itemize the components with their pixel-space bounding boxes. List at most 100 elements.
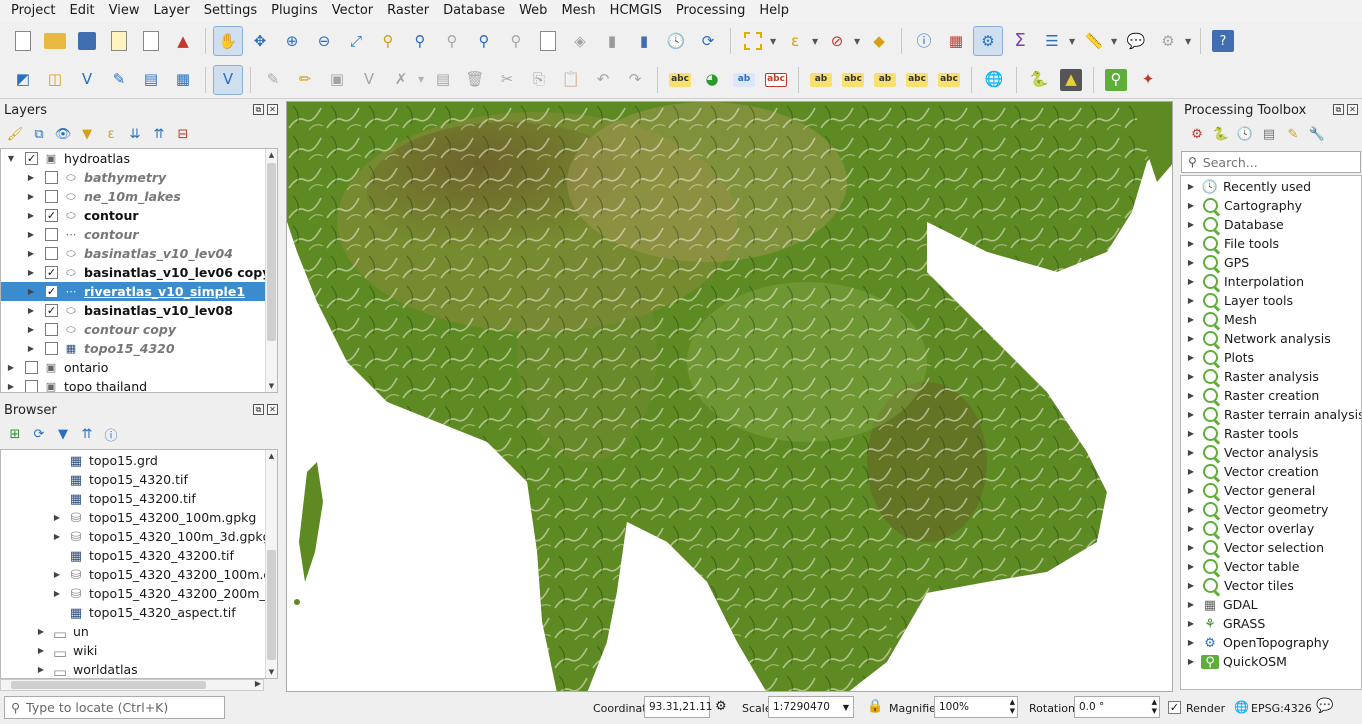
processing-item[interactable]: ▶ Vector tiles bbox=[1181, 576, 1361, 595]
float-panel-button[interactable]: ⧉ bbox=[1333, 104, 1344, 115]
info-icon[interactable]: ⓘ bbox=[102, 425, 120, 444]
menu-item-mesh[interactable]: Mesh bbox=[554, 0, 602, 22]
processing-item[interactable]: ▶ Vector analysis bbox=[1181, 443, 1361, 462]
processing-item[interactable]: ▶ Raster tools bbox=[1181, 424, 1361, 443]
zoom-full-button[interactable]: ⤢ bbox=[341, 26, 371, 56]
processing-item[interactable]: ▶ Plots bbox=[1181, 348, 1361, 367]
dropdown-arrow-icon[interactable]: ▼ bbox=[418, 75, 426, 84]
chevron-right-icon[interactable]: ▶ bbox=[51, 532, 63, 541]
plugin-settings-button[interactable]: ⚙ bbox=[1153, 26, 1183, 56]
layer-checkbox[interactable] bbox=[25, 361, 38, 374]
browser-item[interactable]: ▦ topo15_4320.tif bbox=[1, 470, 265, 489]
chevron-right-icon[interactable]: ▶ bbox=[1185, 182, 1197, 191]
close-panel-button[interactable]: ✕ bbox=[1347, 104, 1358, 115]
python-console-button[interactable]: 🐍 bbox=[1024, 65, 1054, 95]
toggle-editing-button[interactable]: ✏ bbox=[290, 65, 320, 95]
globe-plugin-button[interactable]: 🌐 bbox=[979, 65, 1009, 95]
layer-checkbox[interactable]: ✓ bbox=[25, 152, 38, 165]
zoom-native-button[interactable]: ⚲ bbox=[437, 26, 467, 56]
processing-item[interactable]: ▶ File tools bbox=[1181, 234, 1361, 253]
browser-item[interactable]: ▦ topo15.grd bbox=[1, 451, 265, 470]
chevron-right-icon[interactable]: ▶ bbox=[1185, 239, 1197, 248]
layer-row[interactable]: ▶ ⬭ basinatlas_v10_lev04 bbox=[1, 244, 265, 263]
copy-features-button[interactable]: ⎘ bbox=[524, 65, 554, 95]
layer-checkbox[interactable] bbox=[45, 342, 58, 355]
browser-item[interactable]: ▶ ⛁ topo15_4320_43200_100m.gpk bbox=[1, 565, 277, 584]
processing-item[interactable]: ▶ Vector overlay bbox=[1181, 519, 1361, 538]
chevron-right-icon[interactable]: ▶ bbox=[1185, 391, 1197, 400]
remove-layer-icon[interactable]: ⊟ bbox=[174, 125, 192, 143]
models-icon[interactable]: ⚙ bbox=[1188, 125, 1206, 143]
menu-item-raster[interactable]: Raster bbox=[380, 0, 436, 22]
processing-search-input[interactable] bbox=[1202, 154, 1343, 170]
results-icon[interactable]: ▤ bbox=[1260, 125, 1278, 143]
chevron-right-icon[interactable]: ▶ bbox=[1185, 600, 1197, 609]
filter-icon[interactable]: ▼ bbox=[54, 425, 72, 443]
browser-item[interactable]: ▦ topo15_4320_aspect.tif bbox=[1, 603, 265, 622]
dropdown-arrow-icon[interactable]: ▼ bbox=[770, 37, 778, 46]
browser-item[interactable]: ▶ ▭ worldatlas bbox=[1, 660, 265, 678]
browser-scrollbar[interactable]: ▲ ▼ bbox=[265, 450, 277, 678]
processing-item[interactable]: ▶ Interpolation bbox=[1181, 272, 1361, 291]
menu-item-settings[interactable]: Settings bbox=[197, 0, 264, 22]
pan-map-button[interactable]: ✋ bbox=[213, 26, 243, 56]
vertex-tool-button[interactable]: ✗ bbox=[386, 65, 416, 95]
layer-checkbox[interactable]: ✓ bbox=[45, 266, 58, 279]
collapse-all-icon[interactable]: ⇈ bbox=[78, 425, 96, 443]
processing-item[interactable]: ▶ Raster terrain analysis bbox=[1181, 405, 1361, 424]
chevron-right-icon[interactable]: ▶ bbox=[51, 513, 63, 522]
processing-item[interactable]: ▶ Layer tools bbox=[1181, 291, 1361, 310]
processing-toolbox-button[interactable]: ⚙ bbox=[973, 26, 1003, 56]
browser-item[interactable]: ▶ ▭ un bbox=[1, 622, 265, 643]
magnifier-field[interactable]: 100% ▲ ▼ bbox=[934, 696, 1018, 718]
float-panel-button[interactable]: ⧉ bbox=[253, 404, 264, 415]
edit-features-icon[interactable]: ✎ bbox=[1284, 125, 1302, 143]
chevron-right-icon[interactable]: ▶ bbox=[51, 570, 63, 579]
gps-plugin-button[interactable]: ▲ bbox=[1056, 65, 1086, 95]
zoom-next-button[interactable]: ⚲ bbox=[501, 26, 531, 56]
open-project-button[interactable] bbox=[40, 26, 70, 56]
bookmark-button[interactable]: ▮ bbox=[597, 26, 627, 56]
processing-item[interactable]: ▶ Vector general bbox=[1181, 481, 1361, 500]
label-toolbar-button[interactable]: abc bbox=[665, 65, 695, 95]
layer-checkbox[interactable] bbox=[45, 323, 58, 336]
save-edits-button[interactable]: ▣ bbox=[322, 65, 352, 95]
layer-row[interactable]: ▶ ▦ topo15_4320 bbox=[1, 339, 265, 358]
locator-bar[interactable]: ⚲ Type to locate (Ctrl+K) bbox=[4, 696, 225, 719]
processing-item[interactable]: ▶ Vector selection bbox=[1181, 538, 1361, 557]
current-edits-button[interactable]: ✎ bbox=[258, 65, 288, 95]
processing-item[interactable]: ▶ ▦ GDAL bbox=[1181, 595, 1361, 614]
chevron-right-icon[interactable]: ▶ bbox=[25, 287, 37, 296]
refresh-icon[interactable]: ⟳ bbox=[30, 425, 48, 443]
deselect-button[interactable]: ⊘ bbox=[822, 26, 852, 56]
chevron-right-icon[interactable]: ▶ bbox=[1185, 448, 1197, 457]
layer-checkbox[interactable] bbox=[45, 228, 58, 241]
chevron-right-icon[interactable]: ▶ bbox=[1185, 524, 1197, 533]
scroll-down-icon[interactable]: ▼ bbox=[266, 666, 277, 678]
open-table-button[interactable]: ☰ bbox=[1037, 26, 1067, 56]
close-panel-button[interactable]: ✕ bbox=[267, 404, 278, 415]
temporal-controller-button[interactable]: 🕓 bbox=[661, 26, 691, 56]
python-icon[interactable]: 🐍 bbox=[1212, 125, 1230, 143]
layer-checkbox[interactable] bbox=[45, 190, 58, 203]
map-tips-button[interactable]: 💬 bbox=[1121, 26, 1151, 56]
layer-checkbox[interactable] bbox=[25, 380, 38, 392]
expand-all-icon[interactable]: ⇊ bbox=[126, 125, 144, 143]
help-button[interactable]: ? bbox=[1208, 26, 1238, 56]
scroll-up-icon[interactable]: ▲ bbox=[266, 149, 277, 161]
layer-row[interactable]: ▶ ⋯ contour bbox=[1, 225, 265, 244]
zoom-in-button[interactable]: ⊕ bbox=[277, 26, 307, 56]
chevron-down-icon[interactable]: ▼ bbox=[5, 154, 17, 163]
scrollbar-thumb[interactable] bbox=[267, 163, 276, 341]
show-hide-label-button[interactable]: abc bbox=[838, 65, 868, 95]
digitize-button[interactable]: V bbox=[72, 65, 102, 95]
chevron-right-icon[interactable]: ▶ bbox=[1185, 201, 1197, 210]
processing-item[interactable]: ▶ 🕓 Recently used bbox=[1181, 177, 1361, 196]
scroll-right-icon[interactable]: ▶ bbox=[255, 679, 261, 688]
layer-row[interactable]: ▼ ✓ ▣ hydroatlas bbox=[1, 149, 265, 168]
layer-row[interactable]: ▶ ✓ ⬭ basinatlas_v10_lev08 bbox=[1, 301, 265, 320]
scrollbar-thumb[interactable] bbox=[267, 550, 276, 660]
processing-item[interactable]: ▶ Vector creation bbox=[1181, 462, 1361, 481]
collapse-all-icon[interactable]: ⇈ bbox=[150, 125, 168, 143]
dropdown-arrow-icon[interactable]: ▼ bbox=[1069, 37, 1077, 46]
